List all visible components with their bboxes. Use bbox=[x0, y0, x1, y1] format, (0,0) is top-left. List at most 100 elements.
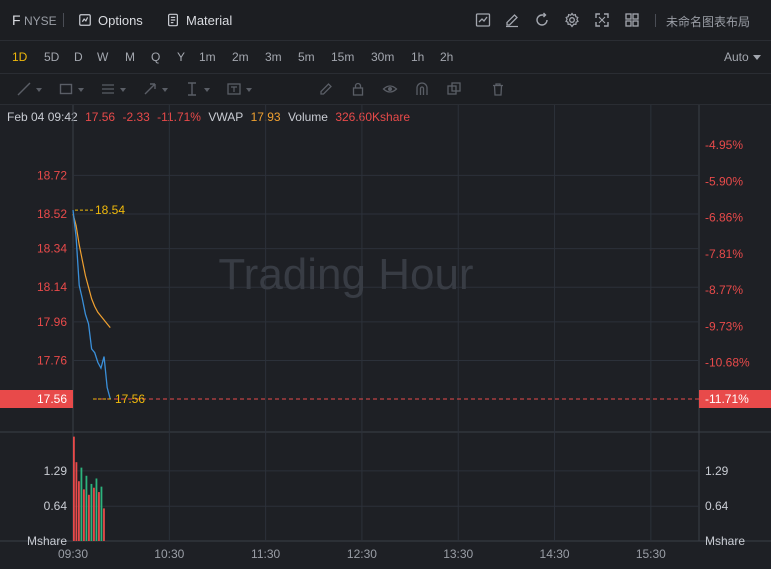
line-tool-icon[interactable] bbox=[16, 81, 32, 97]
chevron-down-icon[interactable] bbox=[162, 88, 168, 92]
period-5m[interactable]: 5m bbox=[298, 50, 315, 64]
y-tick-label-left: 18.34 bbox=[37, 242, 67, 256]
text-tool-icon[interactable] bbox=[226, 81, 242, 97]
rectangle-tool-icon[interactable] bbox=[58, 81, 74, 97]
volume-unit-left: Mshare bbox=[27, 534, 67, 548]
y-tick-label-right: -9.73% bbox=[705, 319, 743, 333]
layout-grid-icon[interactable] bbox=[623, 11, 641, 29]
volume-bar bbox=[73, 436, 75, 541]
y-tick-label-left: 18.52 bbox=[37, 207, 67, 221]
current-price-text: 17.56 bbox=[37, 392, 67, 406]
symbol[interactable]: F bbox=[12, 12, 21, 28]
volume-bar bbox=[88, 494, 90, 541]
x-tick-label: 11:30 bbox=[251, 547, 280, 561]
chevron-down-icon[interactable] bbox=[246, 88, 252, 92]
period-m[interactable]: M bbox=[125, 50, 135, 64]
period-y[interactable]: Y bbox=[177, 50, 185, 64]
y-tick-label-left: 18.72 bbox=[37, 168, 67, 182]
period-w[interactable]: W bbox=[97, 50, 108, 64]
volume-bar bbox=[83, 489, 85, 541]
top-toolbar: F NYSE Options Material 未命名图表布局 bbox=[0, 0, 771, 41]
volume-bar bbox=[75, 462, 78, 541]
period-5d[interactable]: 5D bbox=[44, 50, 59, 64]
y-tick-label-left: 17.96 bbox=[37, 315, 67, 329]
options-icon bbox=[79, 14, 91, 26]
volume-bar bbox=[100, 486, 103, 541]
settings-icon[interactable] bbox=[563, 11, 581, 29]
y-tick-label-right: -5.90% bbox=[705, 174, 743, 188]
material-icon bbox=[168, 13, 178, 27]
volume-bar bbox=[103, 508, 105, 541]
y-tick-label-left: 17.76 bbox=[37, 353, 67, 367]
volume-bar bbox=[80, 467, 83, 541]
volume-bar bbox=[93, 487, 95, 541]
chevron-down-icon[interactable] bbox=[120, 88, 126, 92]
chevron-down-icon[interactable] bbox=[36, 88, 42, 92]
measure-tool-icon[interactable] bbox=[184, 81, 200, 97]
period-3m[interactable]: 3m bbox=[265, 50, 282, 64]
pencil-icon[interactable] bbox=[318, 81, 334, 97]
volume-bar bbox=[85, 475, 88, 541]
options-label: Options bbox=[98, 12, 143, 28]
layout-name[interactable]: 未命名图表布局 bbox=[666, 13, 750, 30]
material-button[interactable]: Material bbox=[166, 10, 232, 30]
period-30m[interactable]: 30m bbox=[371, 50, 394, 64]
period-2h[interactable]: 2h bbox=[440, 50, 453, 64]
y-tick-label-right: -10.68% bbox=[705, 356, 750, 370]
volume-tick-label-right: 0.64 bbox=[705, 499, 729, 513]
chart-type-icon[interactable] bbox=[474, 11, 492, 29]
volume-bar bbox=[78, 481, 80, 541]
drawing-toolbar bbox=[0, 74, 771, 105]
divider bbox=[63, 13, 64, 27]
material-label: Material bbox=[186, 12, 233, 28]
edit-icon[interactable] bbox=[503, 11, 521, 29]
options-button[interactable]: Options bbox=[78, 10, 143, 30]
volume-bar bbox=[98, 492, 100, 541]
fullscreen-icon[interactable] bbox=[593, 11, 611, 29]
arrow-tool-icon[interactable] bbox=[142, 81, 158, 97]
chevron-down-icon[interactable] bbox=[78, 88, 84, 92]
period-1d[interactable]: 1D bbox=[12, 50, 27, 64]
exchange: NYSE bbox=[24, 14, 57, 28]
x-tick-label: 15:30 bbox=[636, 547, 666, 561]
y-tick-label-left: 18.14 bbox=[37, 280, 67, 294]
y-tick-label-right: -8.77% bbox=[705, 283, 743, 297]
chart-area[interactable]: 09:30 10:30 11:30 12:30 13:30 14:30 15:30 18.72… bbox=[0, 105, 771, 569]
period-q[interactable]: Q bbox=[151, 50, 160, 64]
y-tick-label-right: -7.81% bbox=[705, 247, 743, 261]
high-price-label: 18.54 bbox=[95, 203, 125, 217]
lock-icon[interactable] bbox=[350, 81, 366, 97]
volume-tick-label-left: 0.64 bbox=[44, 499, 68, 513]
period-15m[interactable]: 15m bbox=[331, 50, 354, 64]
scale-mode-dropdown[interactable]: Auto bbox=[724, 50, 749, 64]
chevron-down-icon[interactable] bbox=[753, 55, 761, 60]
x-tick-label: 09:30 bbox=[58, 547, 88, 561]
y-tick-label-right: -4.95% bbox=[705, 138, 743, 152]
divider bbox=[655, 14, 656, 27]
period-selector: 1D 5D D W M Q Y 1m 2m 3m 5m 15m 30m 1h 2h Auto bbox=[0, 41, 771, 74]
volume-tick-label-left: 1.29 bbox=[44, 464, 68, 478]
y-tick-label-right: -6.86% bbox=[705, 211, 743, 225]
fib-tool-icon[interactable] bbox=[100, 81, 116, 97]
low-price-label: 17.56 bbox=[115, 392, 145, 406]
period-1h[interactable]: 1h bbox=[411, 50, 424, 64]
x-tick-label: 14:30 bbox=[540, 547, 570, 561]
clone-icon[interactable] bbox=[446, 81, 462, 97]
volume-bar bbox=[95, 478, 98, 541]
volume-tick-label-right: 1.29 bbox=[705, 464, 729, 478]
current-pct-text: -11.71% bbox=[705, 392, 749, 406]
refresh-icon[interactable] bbox=[533, 11, 551, 29]
x-tick-label: 10:30 bbox=[154, 547, 184, 561]
period-1m[interactable]: 1m bbox=[199, 50, 216, 64]
trash-icon[interactable] bbox=[490, 81, 506, 97]
x-tick-label: 12:30 bbox=[347, 547, 377, 561]
magnet-icon[interactable] bbox=[414, 81, 430, 97]
period-d[interactable]: D bbox=[74, 50, 83, 64]
watermark: Trading Hour bbox=[218, 250, 473, 299]
volume-bar bbox=[90, 483, 93, 541]
period-2m[interactable]: 2m bbox=[232, 50, 249, 64]
x-tick-label: 13:30 bbox=[443, 547, 473, 561]
eye-icon[interactable] bbox=[382, 81, 398, 97]
chevron-down-icon[interactable] bbox=[204, 88, 210, 92]
volume-unit-right: Mshare bbox=[705, 534, 745, 548]
